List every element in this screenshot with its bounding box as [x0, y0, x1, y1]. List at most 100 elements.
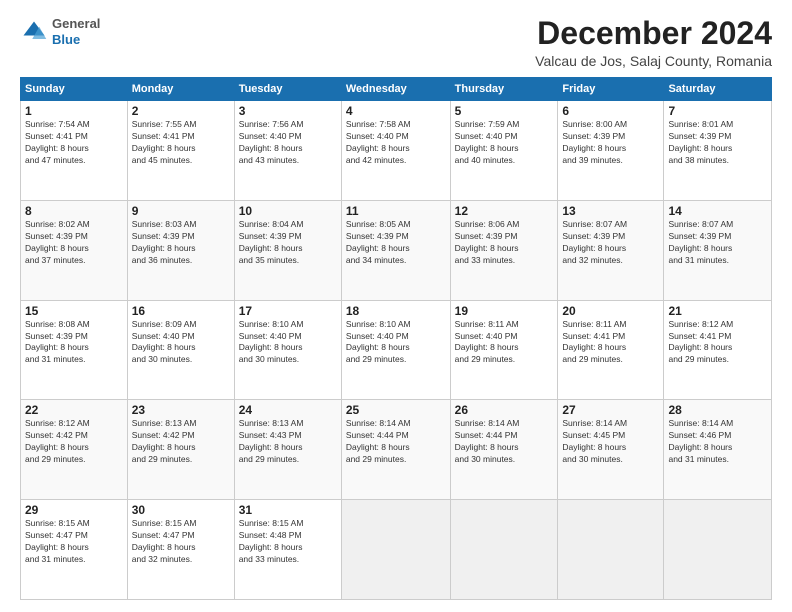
day-info: Sunrise: 8:14 AM Sunset: 4:44 PM Dayligh… — [346, 418, 446, 466]
day-info: Sunrise: 8:01 AM Sunset: 4:39 PM Dayligh… — [668, 119, 767, 167]
page: General Blue December 2024 Valcau de Jos… — [0, 0, 792, 612]
day-number: 21 — [668, 304, 767, 318]
day-number: 17 — [239, 304, 337, 318]
day-number: 4 — [346, 104, 446, 118]
day-cell: 3Sunrise: 7:56 AM Sunset: 4:40 PM Daylig… — [234, 101, 341, 201]
day-cell: 24Sunrise: 8:13 AM Sunset: 4:43 PM Dayli… — [234, 400, 341, 500]
day-number: 24 — [239, 403, 337, 417]
day-number: 28 — [668, 403, 767, 417]
day-info: Sunrise: 8:11 AM Sunset: 4:40 PM Dayligh… — [455, 319, 554, 367]
col-header-wednesday: Wednesday — [341, 78, 450, 101]
day-cell: 16Sunrise: 8:09 AM Sunset: 4:40 PM Dayli… — [127, 300, 234, 400]
day-info: Sunrise: 8:13 AM Sunset: 4:42 PM Dayligh… — [132, 418, 230, 466]
col-header-tuesday: Tuesday — [234, 78, 341, 101]
day-info: Sunrise: 8:12 AM Sunset: 4:42 PM Dayligh… — [25, 418, 123, 466]
day-number: 9 — [132, 204, 230, 218]
day-number: 8 — [25, 204, 123, 218]
col-header-monday: Monday — [127, 78, 234, 101]
day-cell: 6Sunrise: 8:00 AM Sunset: 4:39 PM Daylig… — [558, 101, 664, 201]
week-row-1: 1Sunrise: 7:54 AM Sunset: 4:41 PM Daylig… — [21, 101, 772, 201]
day-info: Sunrise: 8:09 AM Sunset: 4:40 PM Dayligh… — [132, 319, 230, 367]
day-info: Sunrise: 8:15 AM Sunset: 4:47 PM Dayligh… — [25, 518, 123, 566]
day-info: Sunrise: 8:11 AM Sunset: 4:41 PM Dayligh… — [562, 319, 659, 367]
day-cell: 25Sunrise: 8:14 AM Sunset: 4:44 PM Dayli… — [341, 400, 450, 500]
day-cell: 1Sunrise: 7:54 AM Sunset: 4:41 PM Daylig… — [21, 101, 128, 201]
logo-text: General Blue — [52, 16, 100, 47]
day-number: 20 — [562, 304, 659, 318]
day-info: Sunrise: 8:14 AM Sunset: 4:44 PM Dayligh… — [455, 418, 554, 466]
day-number: 6 — [562, 104, 659, 118]
day-info: Sunrise: 8:15 AM Sunset: 4:47 PM Dayligh… — [132, 518, 230, 566]
day-cell: 27Sunrise: 8:14 AM Sunset: 4:45 PM Dayli… — [558, 400, 664, 500]
day-cell: 8Sunrise: 8:02 AM Sunset: 4:39 PM Daylig… — [21, 200, 128, 300]
day-cell: 30Sunrise: 8:15 AM Sunset: 4:47 PM Dayli… — [127, 500, 234, 600]
col-header-saturday: Saturday — [664, 78, 772, 101]
day-number: 19 — [455, 304, 554, 318]
day-info: Sunrise: 8:14 AM Sunset: 4:46 PM Dayligh… — [668, 418, 767, 466]
day-info: Sunrise: 7:58 AM Sunset: 4:40 PM Dayligh… — [346, 119, 446, 167]
day-cell: 18Sunrise: 8:10 AM Sunset: 4:40 PM Dayli… — [341, 300, 450, 400]
day-cell: 31Sunrise: 8:15 AM Sunset: 4:48 PM Dayli… — [234, 500, 341, 600]
col-header-thursday: Thursday — [450, 78, 558, 101]
day-number: 22 — [25, 403, 123, 417]
day-number: 2 — [132, 104, 230, 118]
day-number: 12 — [455, 204, 554, 218]
day-cell: 13Sunrise: 8:07 AM Sunset: 4:39 PM Dayli… — [558, 200, 664, 300]
day-info: Sunrise: 8:00 AM Sunset: 4:39 PM Dayligh… — [562, 119, 659, 167]
day-cell: 14Sunrise: 8:07 AM Sunset: 4:39 PM Dayli… — [664, 200, 772, 300]
day-info: Sunrise: 8:03 AM Sunset: 4:39 PM Dayligh… — [132, 219, 230, 267]
day-info: Sunrise: 8:02 AM Sunset: 4:39 PM Dayligh… — [25, 219, 123, 267]
day-cell: 15Sunrise: 8:08 AM Sunset: 4:39 PM Dayli… — [21, 300, 128, 400]
day-cell: 20Sunrise: 8:11 AM Sunset: 4:41 PM Dayli… — [558, 300, 664, 400]
day-cell: 12Sunrise: 8:06 AM Sunset: 4:39 PM Dayli… — [450, 200, 558, 300]
day-info: Sunrise: 8:15 AM Sunset: 4:48 PM Dayligh… — [239, 518, 337, 566]
day-number: 3 — [239, 104, 337, 118]
day-number: 31 — [239, 503, 337, 517]
logo-icon — [20, 18, 48, 46]
header: General Blue December 2024 Valcau de Jos… — [20, 16, 772, 69]
day-number: 30 — [132, 503, 230, 517]
calendar-header-row: SundayMondayTuesdayWednesdayThursdayFrid… — [21, 78, 772, 101]
day-cell: 4Sunrise: 7:58 AM Sunset: 4:40 PM Daylig… — [341, 101, 450, 201]
day-number: 5 — [455, 104, 554, 118]
day-info: Sunrise: 7:56 AM Sunset: 4:40 PM Dayligh… — [239, 119, 337, 167]
day-cell — [341, 500, 450, 600]
day-number: 1 — [25, 104, 123, 118]
day-number: 14 — [668, 204, 767, 218]
day-info: Sunrise: 7:55 AM Sunset: 4:41 PM Dayligh… — [132, 119, 230, 167]
day-cell — [450, 500, 558, 600]
day-cell: 5Sunrise: 7:59 AM Sunset: 4:40 PM Daylig… — [450, 101, 558, 201]
day-info: Sunrise: 7:59 AM Sunset: 4:40 PM Dayligh… — [455, 119, 554, 167]
day-cell: 2Sunrise: 7:55 AM Sunset: 4:41 PM Daylig… — [127, 101, 234, 201]
day-cell: 17Sunrise: 8:10 AM Sunset: 4:40 PM Dayli… — [234, 300, 341, 400]
day-number: 23 — [132, 403, 230, 417]
day-info: Sunrise: 7:54 AM Sunset: 4:41 PM Dayligh… — [25, 119, 123, 167]
day-number: 11 — [346, 204, 446, 218]
day-cell: 19Sunrise: 8:11 AM Sunset: 4:40 PM Dayli… — [450, 300, 558, 400]
day-info: Sunrise: 8:07 AM Sunset: 4:39 PM Dayligh… — [668, 219, 767, 267]
day-cell: 26Sunrise: 8:14 AM Sunset: 4:44 PM Dayli… — [450, 400, 558, 500]
day-cell: 22Sunrise: 8:12 AM Sunset: 4:42 PM Dayli… — [21, 400, 128, 500]
day-info: Sunrise: 8:12 AM Sunset: 4:41 PM Dayligh… — [668, 319, 767, 367]
day-cell: 10Sunrise: 8:04 AM Sunset: 4:39 PM Dayli… — [234, 200, 341, 300]
day-number: 15 — [25, 304, 123, 318]
day-info: Sunrise: 8:07 AM Sunset: 4:39 PM Dayligh… — [562, 219, 659, 267]
day-number: 29 — [25, 503, 123, 517]
day-info: Sunrise: 8:10 AM Sunset: 4:40 PM Dayligh… — [239, 319, 337, 367]
week-row-3: 15Sunrise: 8:08 AM Sunset: 4:39 PM Dayli… — [21, 300, 772, 400]
day-cell: 7Sunrise: 8:01 AM Sunset: 4:39 PM Daylig… — [664, 101, 772, 201]
day-number: 18 — [346, 304, 446, 318]
day-cell — [664, 500, 772, 600]
day-cell: 28Sunrise: 8:14 AM Sunset: 4:46 PM Dayli… — [664, 400, 772, 500]
day-number: 13 — [562, 204, 659, 218]
day-number: 26 — [455, 403, 554, 417]
day-info: Sunrise: 8:14 AM Sunset: 4:45 PM Dayligh… — [562, 418, 659, 466]
day-info: Sunrise: 8:06 AM Sunset: 4:39 PM Dayligh… — [455, 219, 554, 267]
week-row-5: 29Sunrise: 8:15 AM Sunset: 4:47 PM Dayli… — [21, 500, 772, 600]
title-block: December 2024 Valcau de Jos, Salaj Count… — [535, 16, 772, 69]
day-info: Sunrise: 8:05 AM Sunset: 4:39 PM Dayligh… — [346, 219, 446, 267]
week-row-4: 22Sunrise: 8:12 AM Sunset: 4:42 PM Dayli… — [21, 400, 772, 500]
day-number: 10 — [239, 204, 337, 218]
day-cell: 23Sunrise: 8:13 AM Sunset: 4:42 PM Dayli… — [127, 400, 234, 500]
day-info: Sunrise: 8:13 AM Sunset: 4:43 PM Dayligh… — [239, 418, 337, 466]
